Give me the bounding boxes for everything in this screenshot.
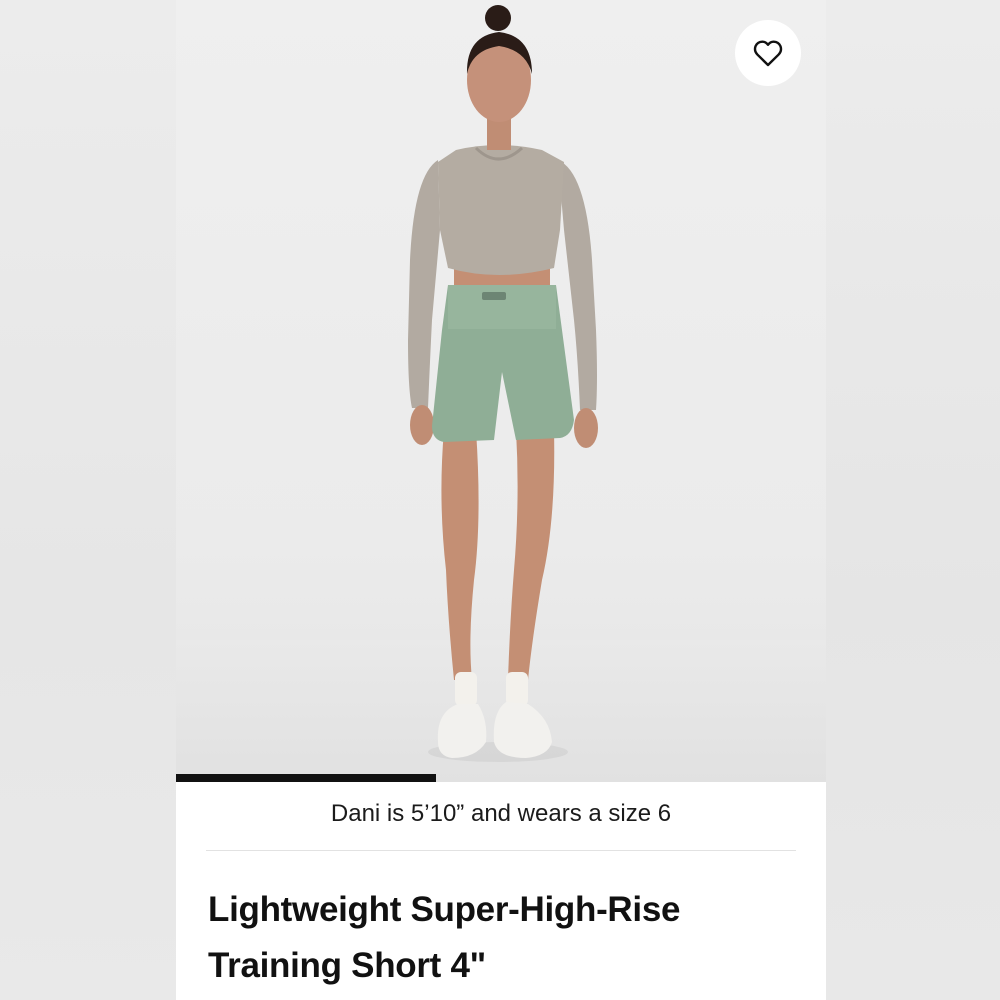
gallery-progress-fill [176,774,436,782]
product-image-gallery[interactable] [176,0,826,782]
left-blurred-margin [0,0,176,1000]
divider [206,850,796,851]
product-title: Lightweight Super-High-Rise Training Sho… [208,890,681,985]
heart-outline-icon [753,40,783,67]
product-card: Dani is 5’10” and wears a size 6 Lightwe… [176,0,826,1000]
gallery-progress-track [176,774,826,782]
right-blurred-margin [826,0,1000,1000]
favorite-button[interactable] [735,20,801,86]
product-photo [408,5,598,762]
model-size-note: Dani is 5’10” and wears a size 6 [330,800,672,827]
